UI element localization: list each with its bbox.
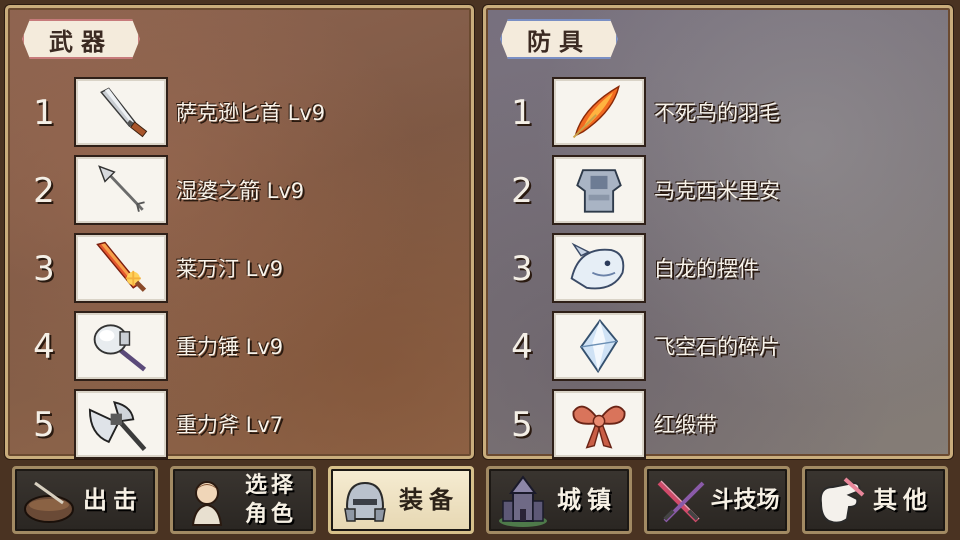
slot-number: 4 (511, 327, 533, 367)
armor-name: 不死鸟的羽毛 (654, 101, 780, 125)
slot-number: 4 (33, 327, 55, 367)
flame-sword-icon (74, 233, 168, 303)
castle-icon (493, 473, 553, 529)
slot-number: 1 (33, 93, 55, 133)
glove-icon (809, 473, 869, 529)
slot-number: 5 (33, 405, 55, 445)
axe-icon (74, 389, 168, 459)
sortie-label: 出击 (83, 485, 143, 514)
white-dragon-icon (552, 233, 646, 303)
red-ribbon-icon (552, 389, 646, 459)
arena-label: 斗技场 (710, 486, 780, 513)
weapon-slot-1[interactable]: 1 萨克逊匕首 Lv9 (8, 77, 471, 147)
helmet-icon (335, 473, 395, 529)
armor-slot-3[interactable]: 3 白龙的摆件 (486, 233, 950, 303)
sortie-button[interactable]: 出击 (12, 466, 158, 534)
armor-name: 马克西米里安 (654, 179, 780, 203)
weapon-slot-5[interactable]: 5 重力斧 Lv7 (8, 389, 471, 459)
select-character-label: 选择 角色 (244, 473, 297, 527)
weapon-name: 萨克逊匕首 Lv9 (176, 101, 326, 125)
weapon-name: 莱万汀 Lv9 (176, 257, 284, 281)
crossed-swords-icon (651, 473, 711, 529)
slot-number: 2 (511, 171, 533, 211)
slot-number: 1 (511, 93, 533, 133)
other-label: 其他 (873, 485, 933, 514)
weapon-name: 重力锤 Lv9 (176, 335, 284, 359)
weapon-slot-2[interactable]: 2 湿婆之箭 Lv9 (8, 155, 471, 225)
town-button[interactable]: 城镇 (486, 466, 632, 534)
slot-number: 5 (511, 405, 533, 445)
arena-button[interactable]: 斗技场 (644, 466, 790, 534)
equipment-button[interactable]: 装备 (328, 466, 474, 534)
crystal-shard-icon (552, 311, 646, 381)
slot-number: 3 (33, 249, 55, 289)
hammer-icon (74, 311, 168, 381)
weapon-slot-4[interactable]: 4 重力锤 Lv9 (8, 311, 471, 381)
armor-name: 红缎带 (654, 413, 717, 437)
equipment-label: 装备 (399, 485, 459, 514)
bottom-nav: 出击 选择 角色 装备 城镇 斗技场 其他 (0, 464, 960, 540)
dagger-icon (74, 77, 168, 147)
armor-slot-5[interactable]: 5 红缎带 (486, 389, 950, 459)
armor-slot-1[interactable]: 1 不死鸟的羽毛 (486, 77, 950, 147)
slot-number: 2 (33, 171, 55, 211)
armor-slot-4[interactable]: 4 飞空石的碎片 (486, 311, 950, 381)
town-label: 城镇 (557, 485, 617, 514)
slot-number: 3 (511, 249, 533, 289)
armor-panel-title: 防具 (500, 19, 618, 59)
character-icon (177, 473, 237, 529)
weapon-name: 湿婆之箭 Lv9 (176, 179, 305, 203)
weapon-name: 重力斧 Lv7 (176, 413, 284, 437)
armor-panel: 防具 1 不死鸟的羽毛 2 马克西米里安 3 白龙的摆件 4 飞空石的碎片 5 … (483, 5, 953, 459)
armor-slot-2[interactable]: 2 马克西米里安 (486, 155, 950, 225)
weapons-panel-title: 武器 (22, 19, 140, 59)
weapon-slot-3[interactable]: 3 莱万汀 Lv9 (8, 233, 471, 303)
bowl-icon (19, 473, 79, 529)
armor-name: 白龙的摆件 (654, 257, 759, 281)
select-character-button[interactable]: 选择 角色 (170, 466, 316, 534)
armor-name: 飞空石的碎片 (654, 335, 780, 359)
weapons-panel: 武器 1 萨克逊匕首 Lv9 2 湿婆之箭 Lv9 3 莱万汀 Lv9 4 重力… (5, 5, 474, 459)
phoenix-feather-icon (552, 77, 646, 147)
plate-armor-icon (552, 155, 646, 225)
arrow-icon (74, 155, 168, 225)
other-button[interactable]: 其他 (802, 466, 948, 534)
